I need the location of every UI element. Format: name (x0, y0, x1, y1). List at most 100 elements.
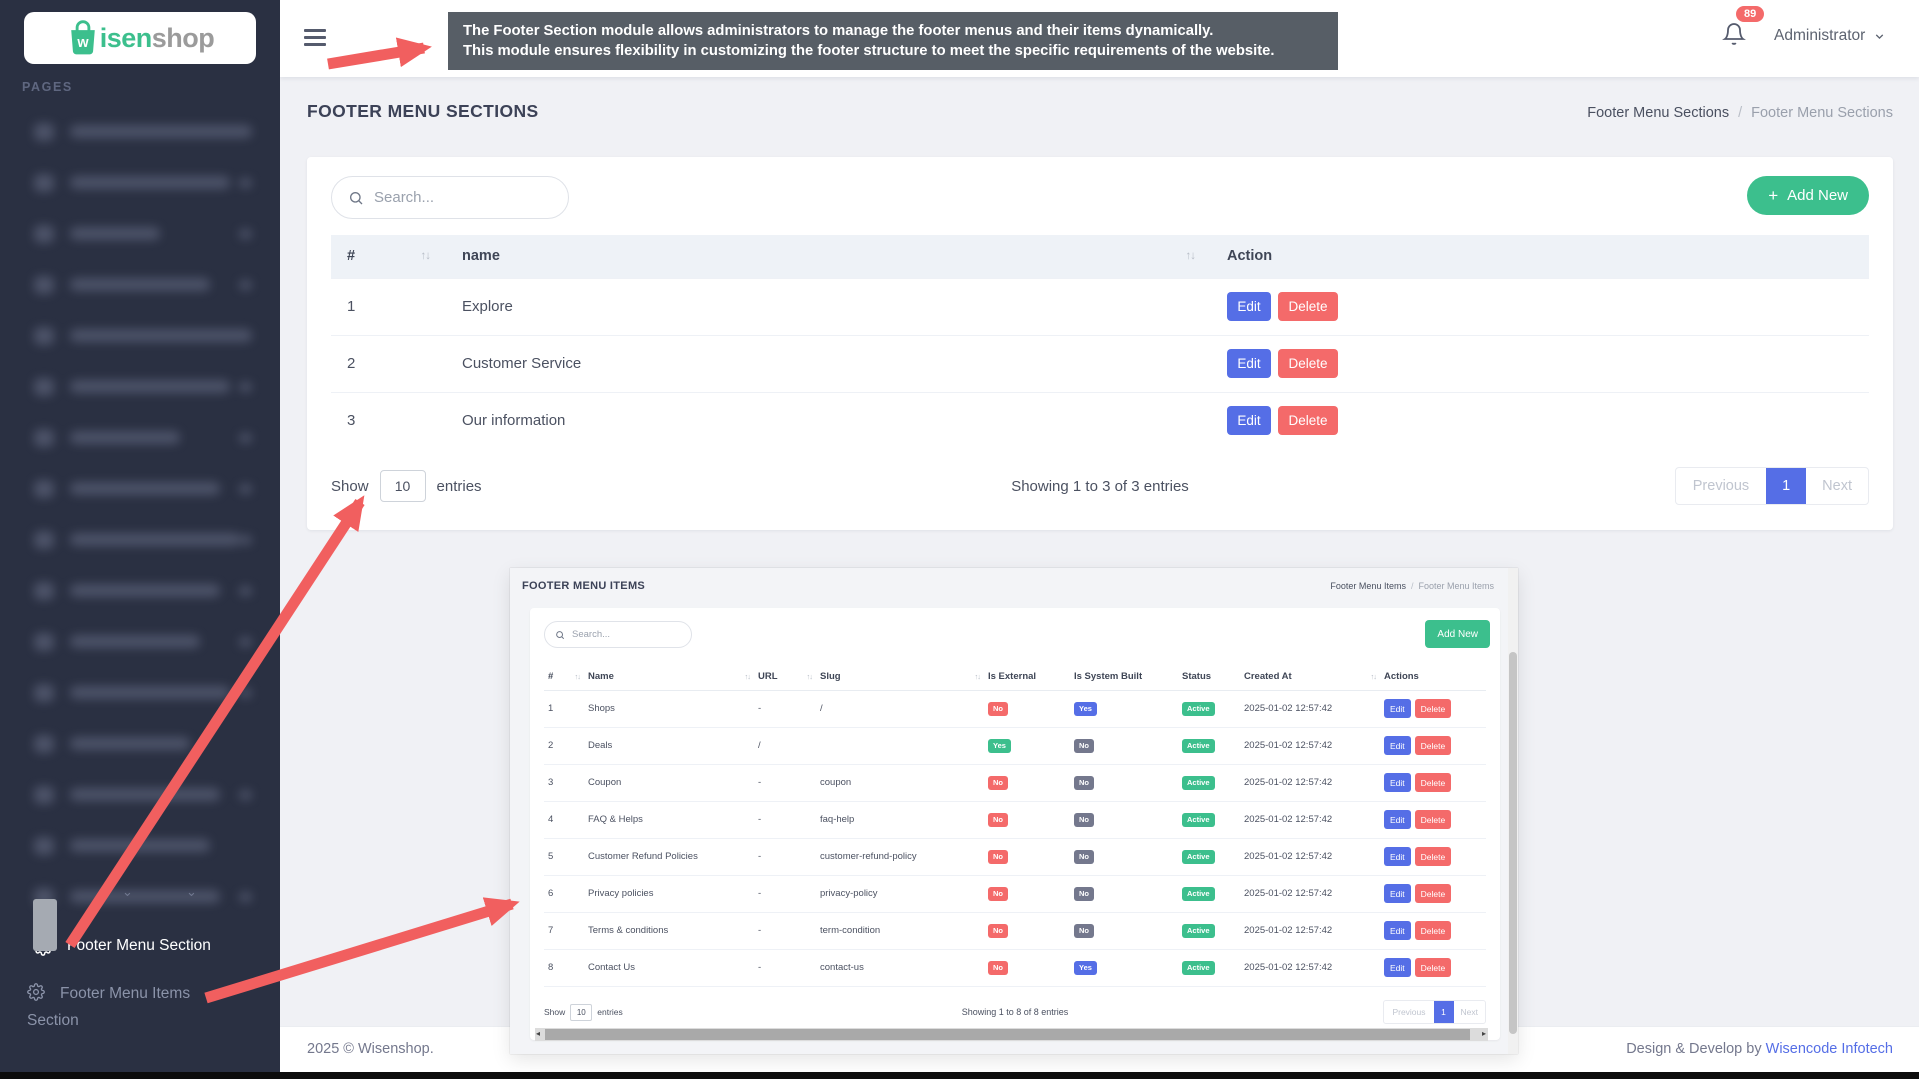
sidebar-item-footer-menu-items-section[interactable]: Footer Menu Items Section (0, 980, 226, 1034)
pagination-page-1[interactable]: 1 (1434, 1001, 1454, 1023)
table-header-cell[interactable]: Is System Built (1070, 664, 1178, 690)
menu-label-blurred (70, 482, 220, 495)
sidebar-scrollbar-thumb[interactable] (33, 899, 57, 951)
item-url: - (754, 875, 816, 912)
table-header-cell[interactable]: Is External (984, 664, 1070, 690)
status-badge: No (988, 961, 1008, 975)
edit-button[interactable]: Edit (1384, 773, 1411, 792)
edit-button[interactable]: Edit (1384, 810, 1411, 829)
table-row: 1Shops-/NoYesActive2025-01-02 12:57:42Ed… (544, 690, 1486, 727)
delete-button[interactable]: Delete (1415, 810, 1452, 829)
table-header-cell[interactable]: Action (1211, 235, 1869, 278)
edit-button[interactable]: Edit (1384, 847, 1411, 866)
chevron-icon-blurred (239, 178, 252, 188)
user-menu[interactable]: Administrator (1774, 27, 1886, 45)
scroll-right-icon[interactable]: ▸ (1482, 1029, 1486, 1038)
delete-button[interactable]: Delete (1415, 736, 1452, 755)
edit-button[interactable]: Edit (1384, 699, 1411, 718)
sort-arrows-icon[interactable]: ↑↓ (1186, 250, 1196, 262)
delete-button[interactable]: Delete (1415, 699, 1452, 718)
sort-arrows-icon[interactable]: ↑↓ (1371, 672, 1377, 681)
table-header-cell[interactable]: Status (1178, 664, 1240, 690)
credit-link[interactable]: Wisencode Infotech (1766, 1041, 1893, 1057)
table-header-cell[interactable]: Name ↑↓ (584, 664, 754, 690)
column-header-label: Name (588, 671, 614, 682)
entries-label: entries (437, 478, 482, 495)
horizontal-scrollbar[interactable]: ◂ ▸ (535, 1028, 1488, 1041)
status-badge: Active (1182, 961, 1215, 975)
credit-text: Design & Develop by Wisencode Infotech (1626, 1041, 1893, 1057)
table-header-cell[interactable]: Slug↑↓ (816, 664, 984, 690)
edit-button[interactable]: Edit (1227, 292, 1271, 321)
add-new-button[interactable]: + Add New (1747, 176, 1869, 215)
delete-button[interactable]: Delete (1278, 406, 1338, 435)
column-header-label: # (548, 671, 553, 682)
table-header-cell[interactable]: Actions (1380, 664, 1486, 690)
pagination-previous[interactable]: Previous (1384, 1001, 1433, 1023)
row-number: 7 (544, 912, 584, 949)
pagination-page-1[interactable]: 1 (1766, 468, 1806, 504)
table-header-cell[interactable]: URL↑↓ (754, 664, 816, 690)
pagination-previous[interactable]: Previous (1676, 468, 1766, 504)
notifications-button[interactable]: 89 (1716, 4, 1776, 66)
copyright-text: 2025 © Wisenshop. (307, 1041, 434, 1057)
delete-button[interactable]: Delete (1415, 884, 1452, 903)
row-actions: EditDelete (1380, 727, 1486, 764)
user-label: Administrator (1774, 27, 1865, 45)
table-row: 4FAQ & Helps-faq-helpNoNoActive2025-01-0… (544, 801, 1486, 838)
edit-button[interactable]: Edit (1384, 736, 1411, 755)
table-header-cell[interactable]: # ↑↓ (544, 664, 584, 690)
sort-arrows-icon[interactable]: ↑↓ (421, 250, 431, 262)
show-entries-control: Show entries (544, 1004, 623, 1021)
edit-button[interactable]: Edit (1384, 884, 1411, 903)
vertical-scrollbar-thumb[interactable] (1509, 652, 1517, 1034)
status-badge: Active (1182, 924, 1215, 938)
hamburger-icon[interactable] (304, 29, 326, 51)
delete-button[interactable]: Delete (1415, 847, 1452, 866)
horizontal-scrollbar-thumb[interactable] (545, 1029, 1470, 1040)
edit-button[interactable]: Edit (1384, 921, 1411, 940)
table-header-cell[interactable]: #↑↓ (331, 235, 446, 278)
sort-arrows-icon[interactable]: ↑↓ (745, 672, 751, 681)
edit-button[interactable]: Edit (1227, 349, 1271, 378)
sidebar-menu-blurred (0, 106, 280, 922)
is-system-built-cell: No (1070, 727, 1178, 764)
pagination-next[interactable]: Next (1806, 468, 1868, 504)
delete-button[interactable]: Delete (1415, 958, 1452, 977)
vertical-scrollbar[interactable] (1508, 568, 1518, 1054)
sort-arrows-icon[interactable]: ↑↓ (575, 672, 581, 681)
app-logo[interactable]: w isenshop (24, 12, 256, 64)
overlay-add-new-button[interactable]: Add New (1425, 620, 1490, 648)
delete-button[interactable]: Delete (1415, 773, 1452, 792)
item-url: - (754, 838, 816, 875)
footer-menu-items-screenshot: FOOTER MENU ITEMS Footer Menu Items / Fo… (510, 568, 1518, 1054)
sort-arrows-icon[interactable]: ↑↓ (807, 672, 813, 681)
search-input[interactable] (374, 189, 552, 206)
edit-button[interactable]: Edit (1227, 406, 1271, 435)
table-header-cell[interactable]: Created At↑↓ (1240, 664, 1380, 690)
overlay-search-input[interactable] (572, 629, 681, 640)
page-length-input[interactable] (570, 1004, 592, 1021)
sidebar-item-blurred (0, 667, 280, 718)
status-badge: No (988, 924, 1008, 938)
column-header-label: Is External (988, 671, 1036, 682)
is-external-cell: Yes (984, 727, 1070, 764)
breadcrumb-parent[interactable]: Footer Menu Sections (1587, 105, 1729, 121)
show-label: Show (331, 478, 369, 495)
pagination-next[interactable]: Next (1454, 1001, 1485, 1023)
sidebar-item-blurred (0, 106, 280, 157)
is-system-built-cell: No (1070, 801, 1178, 838)
row-number: 3 (544, 764, 584, 801)
is-system-built-cell: No (1070, 912, 1178, 949)
section-name: Our information (446, 392, 1211, 449)
menu-label-blurred (70, 278, 210, 291)
delete-button[interactable]: Delete (1278, 349, 1338, 378)
sort-arrows-icon[interactable]: ↑↓ (975, 672, 981, 681)
table-header-cell[interactable]: name↑↓ (446, 235, 1211, 278)
delete-button[interactable]: Delete (1415, 921, 1452, 940)
is-external-cell: No (984, 838, 1070, 875)
delete-button[interactable]: Delete (1278, 292, 1338, 321)
edit-button[interactable]: Edit (1384, 958, 1411, 977)
scroll-left-icon[interactable]: ◂ (536, 1029, 540, 1038)
page-length-input[interactable] (380, 470, 426, 502)
